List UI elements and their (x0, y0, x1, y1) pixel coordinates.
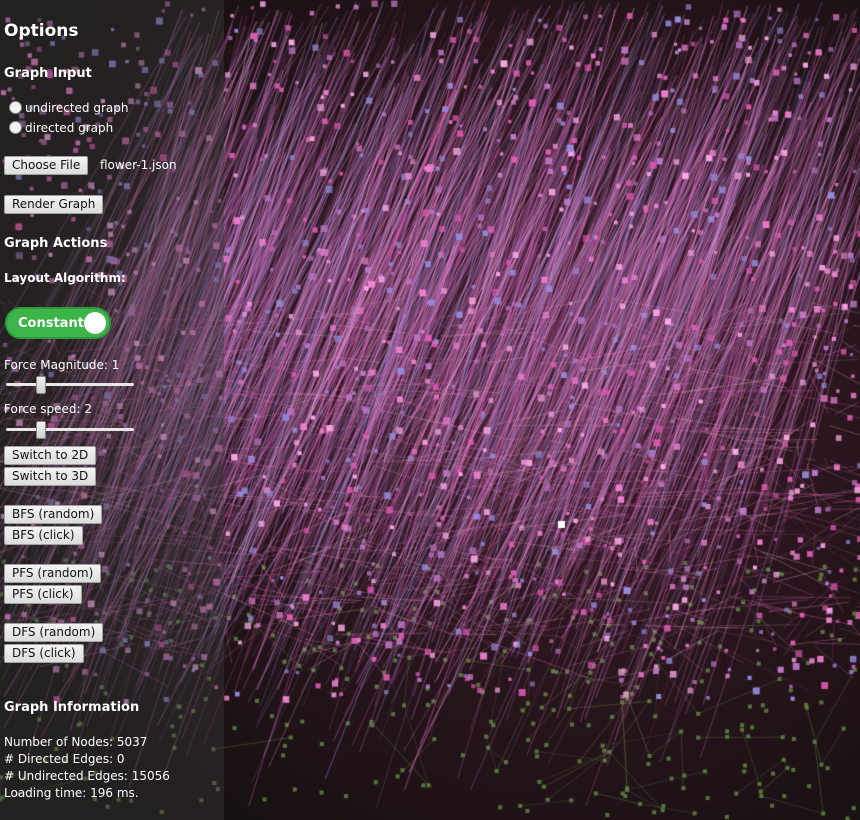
undirected-radio[interactable] (9, 101, 22, 114)
force-magnitude-label: Force Magnitude: 1 (4, 358, 120, 372)
bfs-random-button[interactable]: BFS (random) (4, 505, 103, 524)
selected-file-name: flower-1.json (100, 158, 177, 172)
undirected-edge-count: # Undirected Edges: 15056 (4, 769, 170, 783)
graph-actions-heading: Graph Actions (4, 236, 108, 251)
choose-file-button[interactable]: Choose File (4, 156, 89, 175)
dfs-click-button[interactable]: DFS (click) (4, 644, 84, 663)
toggle-knob (84, 312, 106, 334)
loading-time: Loading time: 196 ms. (4, 786, 139, 800)
switch-2d-button[interactable]: Switch to 2D (4, 446, 97, 465)
node-count: Number of Nodes: 5037 (4, 735, 148, 749)
graph-information-heading: Graph Information (4, 700, 140, 715)
pfs-random-button[interactable]: PFS (random) (4, 564, 102, 583)
directed-radio[interactable] (9, 121, 22, 134)
pfs-click-button[interactable]: PFS (click) (4, 585, 82, 604)
directed-edge-count: # Directed Edges: 0 (4, 752, 125, 766)
panel-title: Options (4, 21, 79, 41)
directed-radio-label: directed graph (25, 121, 114, 135)
layout-algorithm-label: Layout Algorithm: (4, 271, 126, 285)
render-graph-button[interactable]: Render Graph (4, 195, 104, 214)
force-magnitude-slider[interactable] (36, 376, 46, 394)
force-magnitude-track[interactable] (6, 383, 134, 386)
undirected-radio-label: undirected graph (25, 101, 129, 115)
force-speed-track[interactable] (6, 428, 134, 431)
dfs-random-button[interactable]: DFS (random) (4, 623, 104, 642)
force-speed-slider[interactable] (36, 421, 46, 439)
options-panel: Options Graph Input undirected graph dir… (0, 0, 224, 820)
graph-input-heading: Graph Input (4, 66, 92, 81)
layout-toggle-label: Constant (18, 316, 84, 331)
switch-3d-button[interactable]: Switch to 3D (4, 467, 97, 486)
force-speed-label: Force speed: 2 (4, 402, 93, 416)
bfs-click-button[interactable]: BFS (click) (4, 526, 83, 545)
layout-toggle[interactable]: Constant (5, 307, 111, 339)
